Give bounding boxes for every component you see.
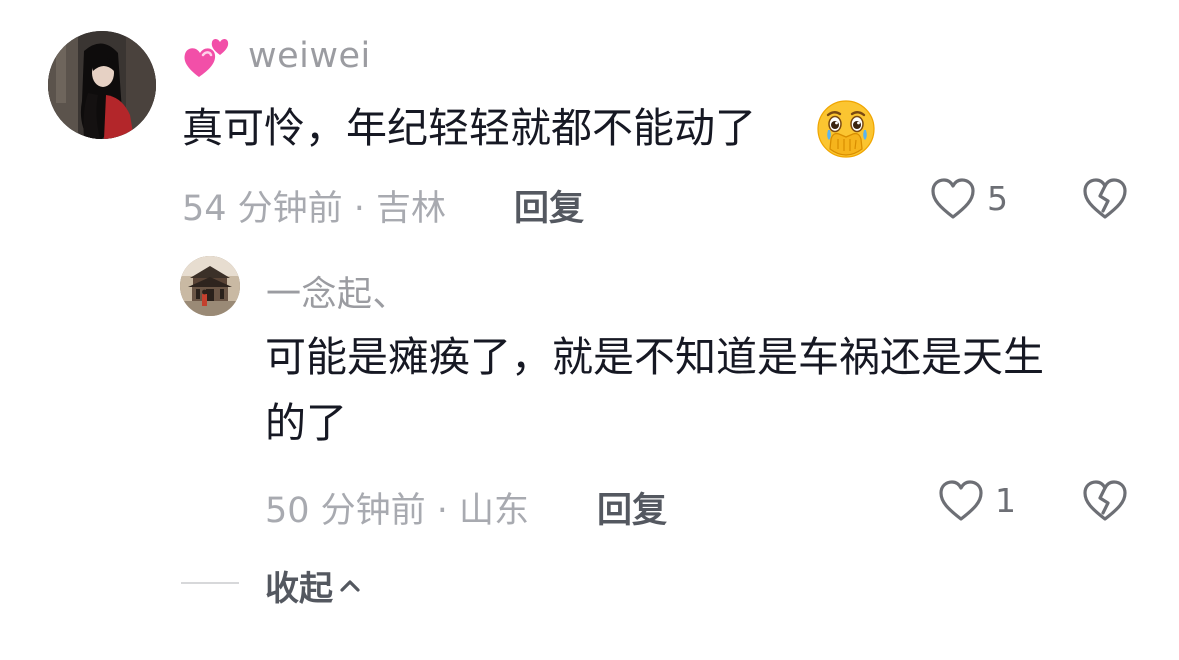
avatar-weiwei[interactable] (48, 31, 156, 139)
reply-username[interactable]: 一念起、 (266, 266, 408, 317)
comment-username[interactable]: weiwei (248, 36, 371, 76)
comment-meta: 54 分钟前 · 吉林 (182, 189, 447, 229)
face-holding-back-tears-icon (817, 100, 875, 158)
reply-button[interactable]: 回复 (597, 482, 667, 533)
comment-text: 真可怜，年纪轻轻就都不能动了 (182, 104, 756, 152)
reply-text: 可能是瘫痪了，就是不知道是车祸还是天生 的了 (265, 324, 1044, 456)
reply-button[interactable]: 回复 (514, 180, 584, 231)
avatar-reply-user[interactable] (180, 256, 240, 316)
heart-outline-icon (939, 480, 983, 521)
like-button[interactable]: 5 (930, 177, 1008, 221)
reply-text-line: 可能是瘫痪了，就是不知道是车祸还是天生 (265, 333, 1044, 381)
collapse-replies-button[interactable]: 收起 (265, 561, 363, 610)
like-count: 5 (987, 179, 1008, 218)
collapse-label: 收起 (265, 569, 333, 609)
like-button[interactable]: 1 (938, 479, 1016, 523)
chevron-up-icon (340, 579, 360, 592)
broken-heart-icon[interactable] (1082, 479, 1128, 523)
reply-meta: 50 分钟前 · 山东 (265, 491, 530, 531)
avatar-photo (48, 31, 156, 139)
broken-heart-icon[interactable] (1082, 177, 1128, 221)
avatar-photo (180, 256, 240, 316)
collapse-divider (181, 582, 239, 584)
heart-outline-icon (931, 178, 975, 219)
like-count: 1 (995, 481, 1016, 520)
two-hearts-icon (184, 39, 229, 77)
reply-text-line: 的了 (265, 399, 347, 447)
